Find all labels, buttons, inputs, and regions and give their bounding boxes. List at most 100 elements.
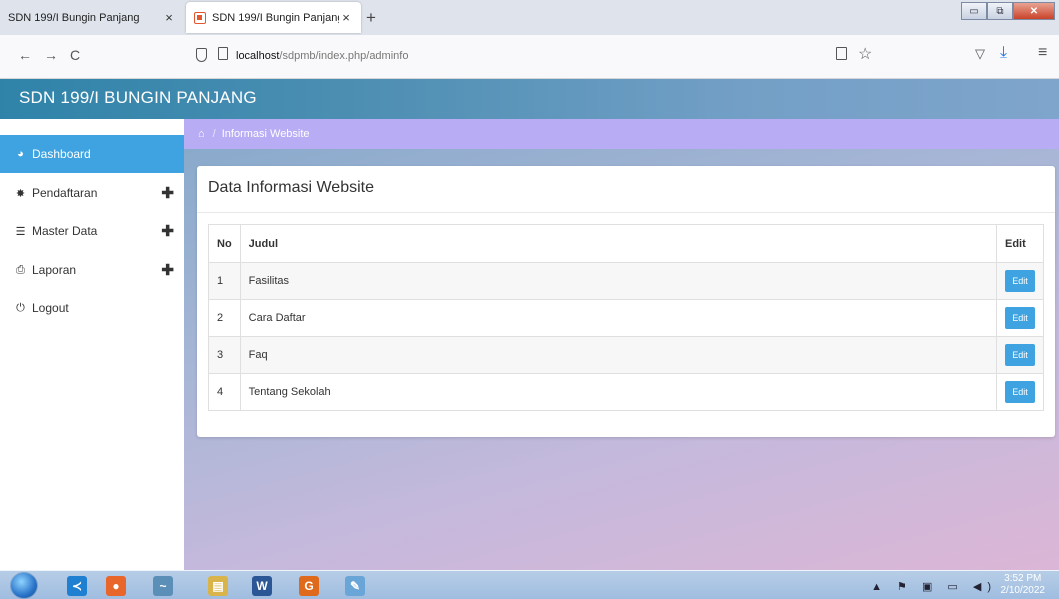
back-arrow-icon[interactable]: ← bbox=[18, 47, 32, 63]
taskbar-app-button[interactable]: ● bbox=[97, 572, 135, 599]
sidebar-item-label: Pendaftaran bbox=[32, 186, 98, 200]
tracking-shield-icon[interactable] bbox=[196, 48, 207, 62]
edit-button[interactable]: Edit bbox=[1005, 344, 1035, 366]
row-edit-cell: Edit bbox=[996, 373, 1044, 411]
sidebar-item-logout[interactable]: ⏻ Logout bbox=[0, 289, 184, 327]
row-edit-cell: Edit bbox=[996, 299, 1044, 337]
row-judul: Fasilitas bbox=[239, 262, 998, 300]
column-header-edit: Edit bbox=[996, 224, 1044, 263]
taskbar-app-button[interactable]: G bbox=[290, 572, 328, 599]
card-title: Data Informasi Website bbox=[208, 179, 374, 196]
sidebar-item-dashboard[interactable]: ◕ Dashboard bbox=[0, 135, 184, 173]
minimize-button[interactable]: ▭ bbox=[961, 2, 987, 20]
download-icon[interactable]: ⤓ bbox=[1000, 44, 1007, 62]
column-header-judul: Judul bbox=[239, 224, 998, 263]
sidebar: ◕ Dashboard ✸ Pendaftaran ✚ ☰ Master Dat… bbox=[0, 119, 184, 570]
browser-tab-active[interactable]: SDN 199/I Bungin Panjang × bbox=[186, 2, 361, 33]
row-judul: Tentang Sekolah bbox=[239, 373, 998, 411]
start-button[interactable] bbox=[10, 572, 38, 599]
pdf-icon: G bbox=[299, 575, 319, 596]
new-tab-button[interactable]: + bbox=[366, 8, 376, 28]
table-row: 2 Cara Daftar Edit bbox=[208, 299, 1044, 337]
expand-plus-icon[interactable]: ✚ bbox=[161, 261, 174, 279]
breadcrumb: ⌂ / Informasi Website bbox=[184, 119, 1059, 149]
taskbar-app-button[interactable]: ✎ bbox=[336, 572, 374, 599]
sidebar-item-pendaftaran[interactable]: ✸ Pendaftaran ✚ bbox=[0, 174, 184, 212]
edit-button[interactable]: Edit bbox=[1005, 381, 1035, 403]
edit-button[interactable]: Edit bbox=[1005, 270, 1035, 292]
card-divider bbox=[197, 212, 1055, 213]
forward-arrow-icon[interactable]: → bbox=[44, 47, 58, 63]
site-header: SDN 199/I BUNGIN PANJANG bbox=[0, 79, 1059, 119]
url-path: /sdpmb/index.php/adminfo bbox=[279, 50, 409, 62]
table-row: 1 Fasilitas Edit bbox=[208, 262, 1044, 300]
browser-nav-bar: ← → C localhost/sdpmb/index.php/adminfo … bbox=[0, 35, 1059, 79]
taskbar-app-button[interactable]: ~ bbox=[144, 572, 182, 599]
pocket-icon[interactable]: ▽ bbox=[975, 46, 985, 62]
edit-button[interactable]: Edit bbox=[1005, 307, 1035, 329]
row-no: 1 bbox=[208, 262, 241, 300]
window-close-button[interactable]: ✕ bbox=[1013, 2, 1055, 20]
tab-title: SDN 199/I Bungin Panjang bbox=[212, 11, 339, 24]
bookmark-star-icon[interactable]: ☆ bbox=[858, 44, 872, 64]
tab-close-icon[interactable]: × bbox=[339, 10, 353, 25]
row-edit-cell: Edit bbox=[996, 262, 1044, 300]
maximize-button[interactable]: ⧉ bbox=[987, 2, 1013, 20]
sidebar-item-label: Master Data bbox=[32, 224, 98, 238]
power-icon: ⏻ bbox=[16, 301, 25, 314]
database-icon: ☰ bbox=[15, 225, 26, 238]
tab-title: SDN 199/I Bungin Panjang bbox=[8, 11, 140, 24]
browser-tab-bar: SDN 199/I Bungin Panjang × SDN 199/I Bun… bbox=[0, 0, 1059, 35]
row-no: 3 bbox=[208, 336, 241, 374]
vscode-icon: ≺ bbox=[67, 575, 87, 596]
table-header-row: No Judul Edit bbox=[208, 224, 1044, 263]
taskbar-app-button[interactable]: W bbox=[243, 572, 281, 599]
row-no: 4 bbox=[208, 373, 241, 411]
reader-view-icon[interactable] bbox=[836, 47, 847, 60]
expand-plus-icon[interactable]: ✚ bbox=[161, 184, 174, 202]
page-info-icon[interactable] bbox=[218, 47, 228, 60]
paint-icon: ✎ bbox=[345, 575, 365, 596]
sidebar-item-label: Dashboard bbox=[32, 147, 91, 161]
site-brand[interactable]: SDN 199/I BUNGIN PANJANG bbox=[19, 88, 257, 108]
sidebar-item-label: Laporan bbox=[32, 263, 77, 277]
taskbar-app-button[interactable]: ≺ bbox=[58, 572, 96, 599]
address-bar[interactable]: localhost/sdpmb/index.php/adminfo bbox=[236, 50, 408, 62]
row-edit-cell: Edit bbox=[996, 336, 1044, 374]
expand-plus-icon[interactable]: ✚ bbox=[161, 222, 174, 240]
sidebar-item-laporan[interactable]: ⎙ Laporan ✚ bbox=[0, 251, 184, 289]
row-no: 2 bbox=[208, 299, 241, 337]
table-row: 3 Faq Edit bbox=[208, 336, 1044, 374]
table-row: 4 Tentang Sekolah Edit bbox=[208, 373, 1044, 411]
printer-icon: ⎙ bbox=[16, 263, 25, 276]
home-icon[interactable]: ⌂ bbox=[198, 128, 205, 140]
firefox-icon: ● bbox=[106, 575, 126, 596]
reload-icon[interactable]: C bbox=[70, 47, 80, 63]
sidebar-item-label: Logout bbox=[32, 301, 69, 315]
dashboard-icon: ◕ bbox=[17, 148, 24, 160]
site-favicon-icon bbox=[194, 11, 206, 24]
os-taskbar: ≺ ● ~ ▤ W G ✎ ▲ ⚑ ▣ ▭ ◀) 3:52 PM 2/10/2022 bbox=[0, 570, 1059, 599]
clock-date: 2/10/2022 bbox=[1000, 585, 1046, 596]
sidebar-item-master-data[interactable]: ☰ Master Data ✚ bbox=[0, 212, 184, 250]
clock-time: 3:52 PM bbox=[1004, 573, 1042, 584]
system-tray[interactable]: ▲ ⚑ ▣ ▭ ◀) bbox=[871, 580, 997, 593]
gear-icon: ✸ bbox=[15, 187, 26, 200]
breadcrumb-current: Informasi Website bbox=[221, 128, 310, 140]
file-explorer-icon: ▤ bbox=[208, 575, 228, 596]
word-icon: W bbox=[252, 575, 272, 596]
system-clock[interactable]: 3:52 PM 2/10/2022 bbox=[1001, 573, 1046, 597]
tab-close-icon[interactable]: × bbox=[162, 10, 176, 25]
url-host: localhost bbox=[236, 50, 280, 62]
info-website-card: Data Informasi Website No Judul Edit 1 F… bbox=[197, 166, 1055, 437]
info-table: No Judul Edit 1 Fasilitas Edit 2 Cara Da… bbox=[208, 224, 1044, 411]
column-header-no: No bbox=[208, 224, 241, 263]
hamburger-menu-icon[interactable]: ≡ bbox=[1038, 44, 1047, 62]
row-judul: Cara Daftar bbox=[239, 299, 998, 337]
browser-tab-inactive[interactable]: SDN 199/I Bungin Panjang × bbox=[0, 2, 184, 33]
web-page: SDN 199/I BUNGIN PANJANG ◕ Dashboard ✸ P… bbox=[0, 79, 1059, 570]
taskbar-app-button[interactable]: ▤ bbox=[199, 572, 237, 599]
dolphin-icon: ~ bbox=[153, 575, 173, 596]
window-controls: ▭ ⧉ ✕ bbox=[961, 2, 1055, 20]
breadcrumb-separator: / bbox=[212, 128, 216, 140]
